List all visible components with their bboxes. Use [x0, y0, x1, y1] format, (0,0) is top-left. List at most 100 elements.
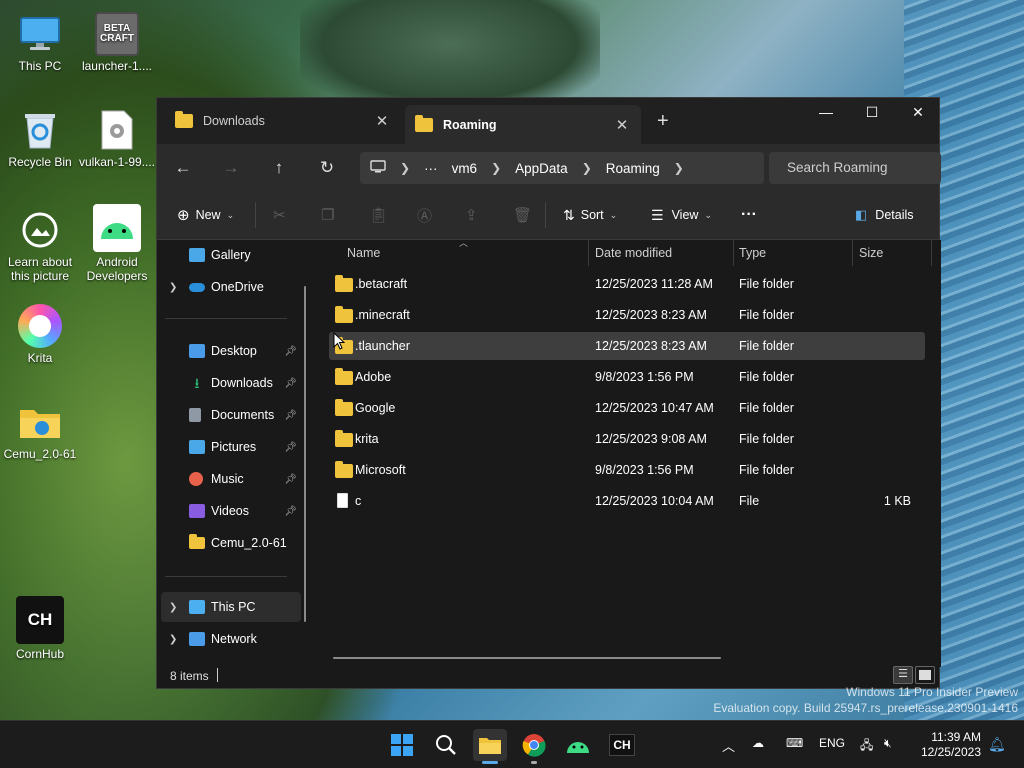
breadcrumb[interactable]: ❯ ··· vm6 ❯ AppData ❯ Roaming ❯: [360, 152, 764, 184]
desktop-icon-android-developers[interactable]: Android Developers: [77, 204, 157, 283]
pin-icon[interactable]: 📌︎: [284, 378, 297, 389]
taskbar-file-explorer[interactable]: [473, 729, 507, 764]
nav-cemu-folder[interactable]: Cemu_2.0-61: [157, 528, 297, 558]
nav-this-pc[interactable]: ❯ This PC: [161, 592, 301, 622]
nav-onedrive[interactable]: ❯ OneDrive: [157, 272, 297, 302]
desktop-icon-cornhub[interactable]: CH CornHub: [0, 596, 80, 661]
search-button[interactable]: [429, 729, 463, 761]
tiles-view-button[interactable]: [915, 666, 935, 684]
column-size[interactable]: Size: [859, 246, 883, 260]
list-item-selected[interactable]: .tlauncher 12/25/2023 8:23 AM File folde…: [329, 332, 925, 360]
breadcrumb-more[interactable]: ···: [424, 161, 438, 176]
list-item[interactable]: Adobe 9/8/2023 1:56 PM File folder: [329, 363, 925, 391]
details-button[interactable]: ◧ Details: [855, 204, 914, 226]
column-divider[interactable]: [852, 240, 853, 266]
up-button[interactable]: ↑: [267, 156, 291, 180]
nav-desktop[interactable]: Desktop 📌︎: [157, 336, 297, 366]
close-tab-icon[interactable]: ✕: [373, 112, 391, 130]
new-tab-button[interactable]: +: [657, 110, 669, 133]
pin-icon[interactable]: 📌︎: [284, 474, 297, 485]
column-divider[interactable]: [733, 240, 734, 266]
list-item[interactable]: Google 12/25/2023 10:47 AM File folder: [329, 394, 925, 422]
nav-network[interactable]: ❯ Network: [157, 624, 297, 654]
close-tab-icon[interactable]: ✕: [613, 116, 631, 134]
desktop-icon-this-pc[interactable]: This PC: [0, 12, 80, 73]
more-options-button[interactable]: ···: [741, 204, 757, 226]
chevron-right-icon[interactable]: ❯: [169, 282, 177, 293]
new-button[interactable]: ⊕ New ⌄: [177, 204, 234, 226]
paste-icon[interactable]: 📋︎: [369, 204, 388, 226]
list-item[interactable]: c 12/25/2023 10:04 AM File 1 KB: [329, 487, 925, 515]
desktop-icon-launcher[interactable]: BETA CRAFT launcher-1....: [77, 12, 157, 73]
volume-muted-icon[interactable]: 🔇︎: [884, 736, 892, 751]
tab-downloads[interactable]: Downloads ✕: [165, 105, 401, 137]
language-indicator[interactable]: ENG: [819, 736, 845, 750]
file-explorer-icon: [479, 738, 501, 754]
desktop-icon-krita[interactable]: Krita: [0, 304, 80, 365]
minimize-button[interactable]: —: [803, 98, 849, 126]
computer-icon: [370, 160, 386, 176]
pin-icon[interactable]: 📌︎: [284, 410, 297, 421]
desktop-icon-cemu[interactable]: Cemu_2.0-61: [0, 400, 80, 461]
view-icon: ☰: [651, 206, 664, 223]
nav-gallery[interactable]: Gallery: [157, 240, 297, 270]
breadcrumb-item-roaming[interactable]: Roaming: [606, 161, 660, 176]
thumbnail-view-icon: [919, 670, 931, 680]
rename-icon[interactable]: Ⓐ: [417, 204, 432, 226]
list-item[interactable]: Microsoft 9/8/2023 1:56 PM File folder: [329, 456, 925, 484]
nav-pictures[interactable]: Pictures 📌︎: [157, 432, 297, 462]
details-view-button[interactable]: ☰: [893, 666, 913, 684]
column-name[interactable]: Name: [347, 246, 380, 260]
cut-icon[interactable]: ✂: [273, 204, 286, 226]
command-bar: ⊕ New ⌄ ✂ ❐ 📋︎ Ⓐ ⇪ 🗑︎ ⇅ Sort ⌄ ☰ View ⌄ …: [157, 190, 939, 240]
chevron-up-icon[interactable]: ︿: [722, 736, 735, 755]
start-button[interactable]: [385, 729, 419, 761]
taskbar-chrome[interactable]: [517, 729, 551, 764]
delete-icon[interactable]: 🗑︎: [513, 204, 532, 226]
network-icon[interactable]: 🖧︎: [860, 736, 873, 757]
view-button[interactable]: ☰ View ⌄: [651, 204, 712, 226]
list-item[interactable]: .betacraft 12/25/2023 11:28 AM File fold…: [329, 270, 925, 298]
horizontal-scrollbar[interactable]: [333, 657, 721, 659]
close-window-button[interactable]: ✕: [895, 98, 941, 126]
column-type[interactable]: Type: [739, 246, 766, 260]
column-date-modified[interactable]: Date modified: [595, 246, 672, 260]
list-item[interactable]: .minecraft 12/25/2023 8:23 AM File folde…: [329, 301, 925, 329]
back-button[interactable]: ←: [171, 156, 195, 180]
chevron-right-icon[interactable]: ❯: [169, 602, 177, 613]
taskbar-cornhub[interactable]: CH: [605, 729, 639, 761]
onedrive-icon[interactable]: ☁: [752, 736, 764, 750]
copy-icon[interactable]: ❐: [321, 204, 334, 226]
nav-music[interactable]: Music 📌︎: [157, 464, 297, 494]
nav-downloads[interactable]: ⭳ Downloads 📌︎: [157, 368, 297, 398]
pin-icon[interactable]: 📌︎: [284, 506, 297, 517]
column-divider[interactable]: [588, 240, 589, 266]
tab-roaming[interactable]: Roaming ✕: [405, 105, 641, 144]
pin-icon[interactable]: 📌︎: [284, 346, 297, 357]
chevron-down-icon: ⌄: [226, 209, 235, 220]
list-item[interactable]: krita 12/25/2023 9:08 AM File folder: [329, 425, 925, 453]
breadcrumb-item-vm6[interactable]: vm6: [452, 161, 478, 176]
desktop-icon-learn-about-picture[interactable]: Learn about this picture: [0, 208, 80, 283]
folder-icon: [335, 368, 353, 385]
column-divider[interactable]: [931, 240, 932, 266]
nav-videos[interactable]: Videos 📌︎: [157, 496, 297, 526]
sort-button[interactable]: ⇅ Sort ⌄: [563, 204, 617, 226]
desktop-icon-recycle-bin[interactable]: Recycle Bin: [0, 108, 80, 169]
clock[interactable]: 11:39 AM 12/25/2023: [921, 730, 981, 760]
breadcrumb-item-appdata[interactable]: AppData: [515, 161, 568, 176]
nav-scrollbar[interactable]: [304, 286, 306, 622]
forward-button[interactable]: →: [219, 156, 243, 180]
notification-bell-icon[interactable]: 🔔︎: [988, 736, 1006, 753]
share-icon[interactable]: ⇪: [465, 204, 478, 226]
desktop-icon-vulkan[interactable]: vulkan-1-99....: [77, 108, 157, 169]
refresh-button[interactable]: ↻: [315, 156, 339, 180]
taskbar-android-studio[interactable]: [561, 729, 595, 761]
nav-documents[interactable]: Documents 📌︎: [157, 400, 297, 430]
search-input[interactable]: Search Roaming: [769, 152, 941, 184]
chevron-right-icon[interactable]: ❯: [169, 634, 177, 645]
pin-icon[interactable]: 📌︎: [284, 442, 297, 453]
keyboard-icon[interactable]: ⌨: [786, 736, 803, 750]
maximize-button[interactable]: ☐: [849, 98, 895, 126]
mouse-pointer-icon: [333, 332, 345, 350]
